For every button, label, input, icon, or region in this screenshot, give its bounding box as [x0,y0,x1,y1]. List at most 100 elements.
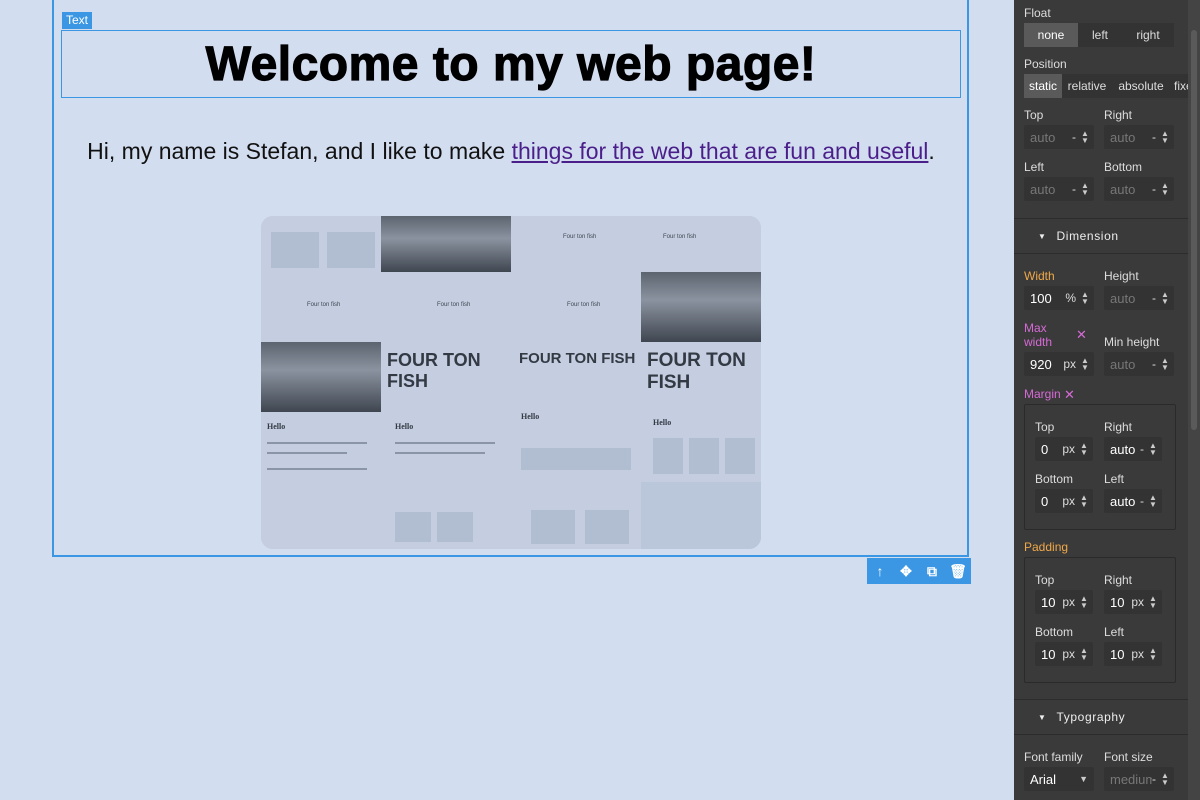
float-option-right[interactable]: right [1122,23,1174,47]
move-icon[interactable]: ✥ [896,563,916,580]
collage-hello: Hello [395,422,414,431]
collage-image[interactable]: Four ton fish Four ton fish Four ton fis… [261,216,761,549]
unit-select[interactable]: - [1152,772,1160,786]
stepper-arrows-icon[interactable]: ▲ ▼ [1080,130,1094,145]
heading-block[interactable]: Welcome to my web page! [61,30,961,98]
stepper-arrows-icon[interactable]: ▲ ▼ [1080,182,1094,197]
padding-left-value: 10 [1110,646,1125,662]
offset-right-label: Right [1104,108,1133,122]
panel-scrollbar[interactable] [1188,0,1200,800]
font-size-field[interactable]: medium - ▲ ▼ [1104,767,1174,791]
width-label: Width [1024,269,1055,283]
unit-select[interactable]: - [1152,130,1160,144]
component-toolbar: ↑ ✥ ⧉ 🗑 [867,558,971,584]
delete-icon[interactable]: 🗑 [948,563,968,580]
stepper-arrows-icon[interactable]: ▲ ▼ [1079,647,1093,662]
collage-tile [641,482,761,549]
position-option-absolute[interactable]: absolute [1112,74,1170,98]
scrollbar-thumb[interactable] [1191,30,1197,430]
stepper-arrows-icon[interactable]: ▲ ▼ [1160,772,1174,787]
collage-brand-text: Four ton fish [437,302,471,308]
max-width-label: Max width [1024,321,1053,349]
float-option-left[interactable]: left [1078,23,1122,47]
unit-select[interactable]: % [1065,291,1080,305]
dimension-title: Dimension [1056,229,1119,243]
unit-select[interactable]: - [1140,494,1148,508]
margin-bottom-field[interactable]: 0 px ▲ ▼ [1035,489,1093,513]
font-size-label: Font size [1104,750,1153,764]
intro-text: Hi, my name is Stefan, and I like to mak… [87,138,512,164]
padding-top-field[interactable]: 10 px ▲ ▼ [1035,590,1093,614]
margin-bottom-value: 0 [1041,493,1049,509]
stepper-arrows-icon[interactable]: ▲ ▼ [1160,357,1174,372]
stepper-arrows-icon[interactable]: ▲ ▼ [1160,291,1174,306]
height-field[interactable]: auto - ▲ ▼ [1104,286,1174,310]
unit-select[interactable]: - [1152,182,1160,196]
stepper-arrows-icon[interactable]: ▲ ▼ [1080,357,1094,372]
stepper-arrows-icon[interactable]: ▲ ▼ [1148,595,1162,610]
collage-hello: Hello [653,418,672,427]
min-height-label: Min height [1104,335,1160,349]
offset-bottom-value: auto [1110,181,1136,197]
min-height-field[interactable]: auto - ▲ ▼ [1104,352,1174,376]
position-option-static[interactable]: static [1024,74,1062,98]
padding-left-field[interactable]: 10 px ▲ ▼ [1104,642,1162,666]
offset-left-field[interactable]: auto - ▲ ▼ [1024,177,1094,201]
unit-select[interactable]: - [1140,442,1148,456]
unit-select[interactable]: px [1063,357,1080,371]
unit-select[interactable]: - [1152,357,1160,371]
margin-left-field[interactable]: auto - ▲ ▼ [1104,489,1162,513]
unit-select[interactable]: px [1131,647,1148,661]
padding-top-label: Top [1035,573,1055,587]
arrow-up-icon[interactable]: ↑ [870,563,890,579]
stepper-arrows-icon[interactable]: ▲ ▼ [1148,442,1162,457]
unit-select[interactable]: px [1062,442,1079,456]
stepper-arrows-icon[interactable]: ▲ ▼ [1080,291,1094,306]
margin-left-value: auto [1110,493,1136,509]
clear-max-width-icon[interactable]: ✕ [1076,327,1087,343]
offset-bottom-field[interactable]: auto - ▲ ▼ [1104,177,1174,201]
caret-down-icon: ▼ [1079,774,1088,784]
stepper-arrows-icon[interactable]: ▲ ▼ [1160,182,1174,197]
unit-select[interactable]: - [1152,291,1160,305]
typography-section-header[interactable]: ▼ Typography [1014,699,1188,735]
position-option-relative[interactable]: relative [1062,74,1112,98]
stepper-arrows-icon[interactable]: ▲ ▼ [1079,595,1093,610]
padding-right-field[interactable]: 10 px ▲ ▼ [1104,590,1162,614]
width-field[interactable]: 100% ▲ ▼ [1024,286,1094,310]
float-option-none[interactable]: none [1024,23,1078,47]
intro-paragraph[interactable]: Hi, my name is Stefan, and I like to mak… [61,138,961,165]
offset-left-value: auto [1030,181,1056,197]
dimension-section-header[interactable]: ▼ Dimension [1014,218,1188,254]
margin-top-field[interactable]: 0 px ▲ ▼ [1035,437,1093,461]
collage-tile: Hello [261,412,381,549]
padding-bottom-label: Bottom [1035,625,1074,639]
padding-bottom-field[interactable]: 10 px ▲ ▼ [1035,642,1093,666]
page-heading[interactable]: Welcome to my web page! [205,37,816,92]
offset-right-field[interactable]: auto - ▲ ▼ [1104,125,1174,149]
editor-canvas[interactable]: Text Welcome to my web page! Hi, my name… [0,0,1014,800]
stepper-arrows-icon[interactable]: ▲ ▼ [1148,647,1162,662]
margin-right-field[interactable]: auto - ▲ ▼ [1104,437,1162,461]
offset-top-field[interactable]: auto - ▲ ▼ [1024,125,1094,149]
stepper-arrows-icon[interactable]: ▲ ▼ [1079,494,1093,509]
unit-select[interactable]: - [1072,130,1080,144]
stepper-arrows-icon[interactable]: ▲ ▼ [1160,130,1174,145]
collage-brand-text: Four ton fish [563,234,597,240]
unit-select[interactable]: px [1062,494,1079,508]
typography-title: Typography [1056,710,1126,724]
position-option-fixed[interactable]: fixed [1170,74,1188,98]
unit-select[interactable]: px [1062,595,1079,609]
float-segmented: none left right [1024,23,1174,47]
unit-select[interactable]: - [1072,182,1080,196]
stepper-arrows-icon[interactable]: ▲ ▼ [1079,442,1093,457]
max-width-field[interactable]: 920 px ▲ ▼ [1024,352,1094,376]
intro-link[interactable]: things for the web that are fun and usef… [512,138,929,164]
unit-select[interactable]: px [1062,647,1079,661]
font-family-select[interactable]: Arial ▼ [1024,767,1094,791]
clear-margin-icon[interactable]: ✕ [1064,387,1075,403]
stepper-arrows-icon[interactable]: ▲ ▼ [1148,494,1162,509]
margin-left-label: Left [1104,472,1125,486]
unit-select[interactable]: px [1131,595,1148,609]
copy-icon[interactable]: ⧉ [922,563,942,580]
